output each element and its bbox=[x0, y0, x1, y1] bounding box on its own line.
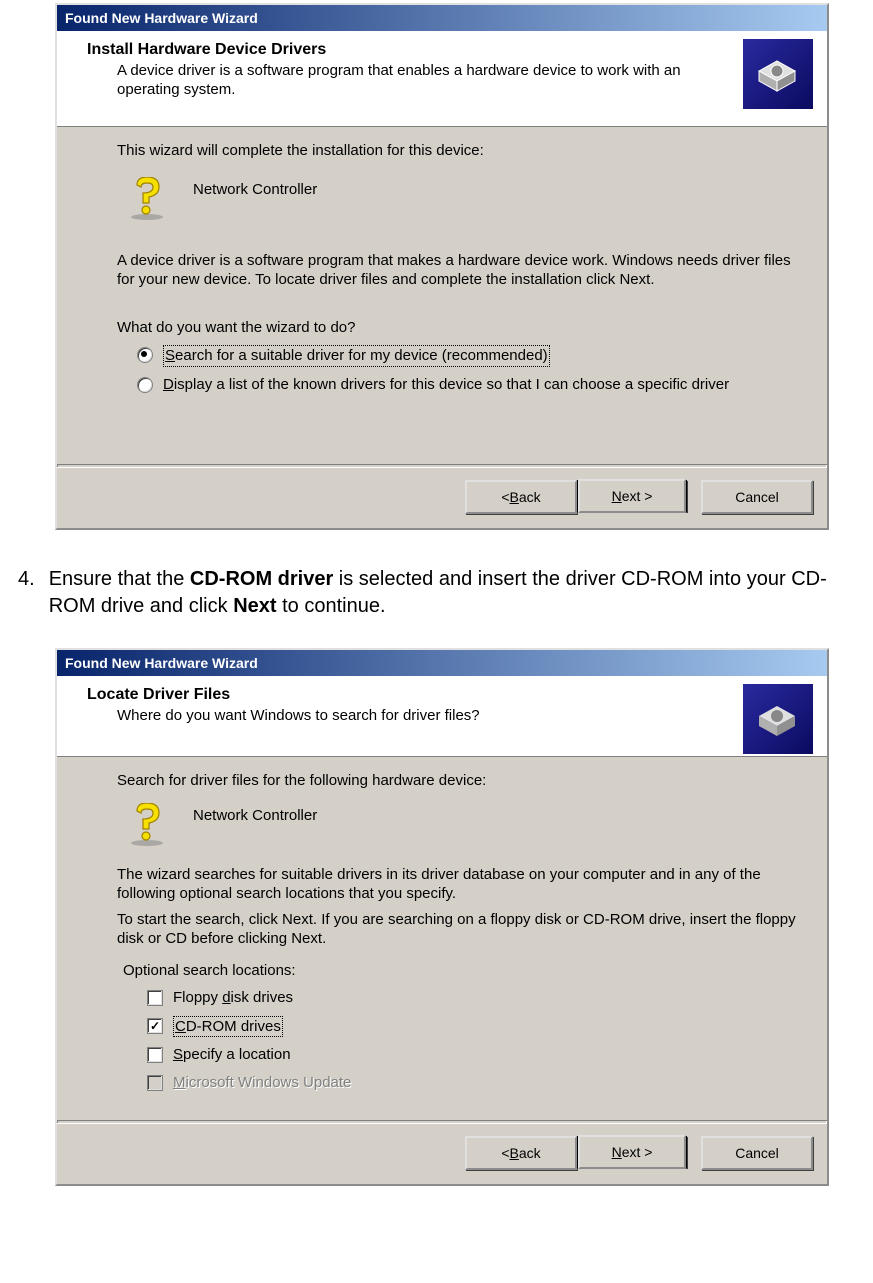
titlebar-text: Found New Hardware Wizard bbox=[65, 655, 258, 671]
step-body: Ensure that the CD-ROM driver is selecte… bbox=[49, 566, 863, 620]
device-name: Network Controller bbox=[193, 177, 317, 198]
checkbox-windows-update: Microsoft Windows Update bbox=[147, 1073, 797, 1093]
header-title: Install Hardware Device Drivers bbox=[87, 41, 827, 59]
cancel-button[interactable]: Cancel bbox=[701, 480, 813, 514]
checkbox-icon[interactable] bbox=[147, 1047, 163, 1063]
dialog-body: This wizard will complete the installati… bbox=[57, 127, 827, 464]
back-button[interactable]: < Back bbox=[465, 1136, 577, 1170]
button-row: < Back Next > Cancel bbox=[57, 468, 827, 528]
dialog-body: Search for driver files for the followin… bbox=[57, 757, 827, 1120]
explain-text: A device driver is a software program th… bbox=[117, 251, 797, 290]
question-mark-icon bbox=[127, 803, 175, 847]
titlebar: Found New Hardware Wizard bbox=[57, 5, 827, 31]
next-button[interactable]: Next > bbox=[577, 1136, 687, 1168]
step-number: 4. bbox=[18, 566, 35, 620]
para-database: The wizard searches for suitable drivers… bbox=[117, 865, 797, 904]
question-text: What do you want the wizard to do? bbox=[117, 318, 797, 338]
optional-locations-label: Optional search locations: bbox=[123, 961, 797, 981]
radio-option-search[interactable]: Search for a suitable driver for my devi… bbox=[137, 345, 797, 367]
checkbox-floppy[interactable]: Floppy disk drives bbox=[147, 988, 797, 1008]
radio-label-accel: S bbox=[165, 347, 175, 364]
header-subtitle: Where do you want Windows to search for … bbox=[87, 704, 827, 726]
dialog-header: Locate Driver Files Where do you want Wi… bbox=[57, 676, 827, 757]
radio-label-rest: isplay a list of the known drivers for t… bbox=[174, 376, 729, 393]
button-row: < Back Next > Cancel bbox=[57, 1124, 827, 1184]
header-subtitle: A device driver is a software program th… bbox=[87, 59, 827, 100]
para-start-search: To start the search, click Next. If you … bbox=[117, 910, 797, 949]
radio-label-rest: earch for a suitable driver for my devic… bbox=[175, 347, 548, 364]
back-button[interactable]: < Back bbox=[465, 480, 577, 514]
dialog-header: Install Hardware Device Drivers A device… bbox=[57, 31, 827, 127]
radio-option-display-list[interactable]: Display a list of the known drivers for … bbox=[137, 375, 797, 395]
search-intro: Search for driver files for the followin… bbox=[117, 771, 797, 791]
titlebar-text: Found New Hardware Wizard bbox=[65, 10, 258, 26]
titlebar: Found New Hardware Wizard bbox=[57, 650, 827, 676]
hardware-icon bbox=[743, 684, 813, 754]
checkbox-icon[interactable] bbox=[147, 990, 163, 1006]
question-mark-icon bbox=[127, 177, 175, 221]
intro-text: This wizard will complete the installati… bbox=[117, 141, 797, 161]
wizard-dialog-locate-files: Found New Hardware Wizard Locate Driver … bbox=[55, 648, 829, 1186]
checkbox-cdrom[interactable]: CD-ROM drives bbox=[147, 1016, 797, 1038]
wizard-dialog-install-drivers: Found New Hardware Wizard Install Hardwa… bbox=[55, 3, 829, 530]
checkbox-icon bbox=[147, 1075, 163, 1091]
radio-icon[interactable] bbox=[137, 347, 153, 363]
checkbox-specify-location[interactable]: Specify a location bbox=[147, 1045, 797, 1065]
checkbox-icon[interactable] bbox=[147, 1018, 163, 1034]
header-title: Locate Driver Files bbox=[87, 686, 827, 704]
instruction-step-4: 4. Ensure that the CD-ROM driver is sele… bbox=[18, 566, 863, 620]
cancel-button[interactable]: Cancel bbox=[701, 1136, 813, 1170]
next-button[interactable]: Next > bbox=[577, 480, 687, 512]
device-name: Network Controller bbox=[193, 803, 317, 824]
radio-label-accel: D bbox=[163, 376, 174, 393]
hardware-icon bbox=[743, 39, 813, 109]
radio-icon[interactable] bbox=[137, 377, 153, 393]
